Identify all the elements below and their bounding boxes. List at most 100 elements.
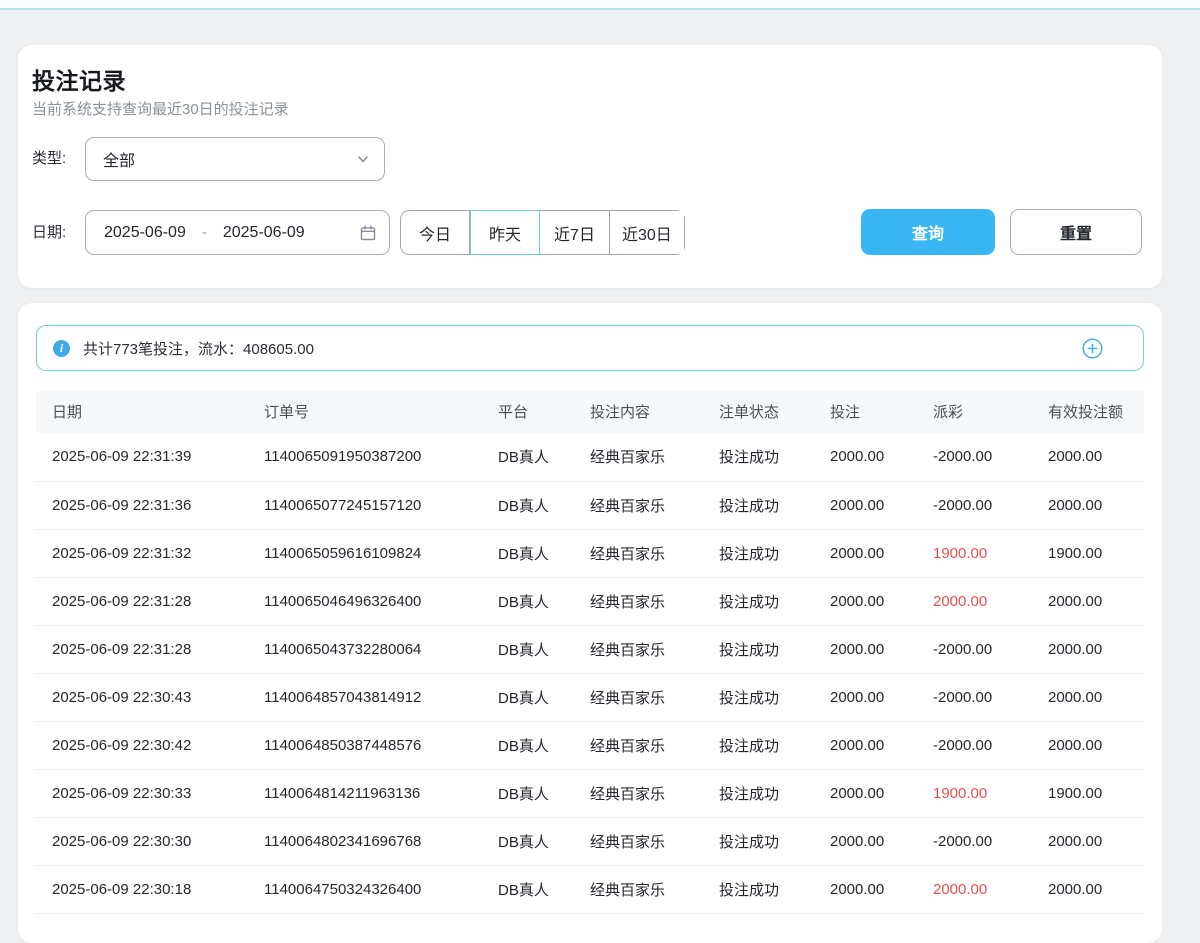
payout-cell: -2000.00 (933, 433, 1048, 481)
platform-cell: DB真人 (498, 481, 590, 529)
quick-range-button[interactable]: 昨天 (470, 210, 540, 255)
date-cell: 2025-06-09 22:30:30 (36, 817, 264, 865)
platform-cell: DB真人 (498, 577, 590, 625)
platform-cell: DB真人 (498, 625, 590, 673)
date-range-input[interactable]: 2025-06-09 - 2025-06-09 (85, 210, 390, 255)
chevron-down-icon (356, 152, 370, 166)
date-cell: 2025-06-09 22:31:36 (36, 481, 264, 529)
content-cell: 经典百家乐 (590, 481, 719, 529)
query-button[interactable]: 查询 (861, 209, 995, 255)
content-cell: 经典百家乐 (590, 673, 719, 721)
date-label: 日期: (32, 210, 66, 255)
order-cell: 1140065043732280064 (264, 625, 498, 673)
table-header-cell: 日期 (36, 390, 264, 433)
order-cell: 1140064814211963136 (264, 769, 498, 817)
valid-cell: 2000.00 (1048, 865, 1144, 913)
status-cell: 投注成功 (719, 625, 830, 673)
date-cell: 2025-06-09 22:31:32 (36, 529, 264, 577)
table-header-cell: 订单号 (264, 390, 498, 433)
valid-cell: 2000.00 (1048, 433, 1144, 481)
type-select[interactable]: 全部 (85, 137, 385, 181)
table-header-cell: 注单状态 (719, 390, 830, 433)
content-cell: 经典百家乐 (590, 721, 719, 769)
platform-cell: DB真人 (498, 817, 590, 865)
date-cell: 2025-06-09 22:30:43 (36, 673, 264, 721)
status-cell: 投注成功 (719, 721, 830, 769)
table-header-row: 日期订单号平台投注内容注单状态投注派彩有效投注额 (36, 390, 1144, 433)
content-cell: 经典百家乐 (590, 865, 719, 913)
table-body: 2025-06-09 22:31:39 1140065091950387200 … (36, 433, 1144, 913)
status-cell: 投注成功 (719, 769, 830, 817)
table-row: 2025-06-09 22:31:36 1140065077245157120 … (36, 481, 1144, 529)
payout-cell: 2000.00 (933, 865, 1048, 913)
status-cell: 投注成功 (719, 577, 830, 625)
payout-cell: 1900.00 (933, 769, 1048, 817)
date-cell: 2025-06-09 22:31:28 (36, 577, 264, 625)
content-cell: 经典百家乐 (590, 529, 719, 577)
date-cell: 2025-06-09 22:30:18 (36, 865, 264, 913)
expand-plus-icon[interactable] (1082, 338, 1103, 359)
platform-cell: DB真人 (498, 721, 590, 769)
valid-cell: 2000.00 (1048, 625, 1144, 673)
bet-records-table: 日期订单号平台投注内容注单状态投注派彩有效投注额 2025-06-09 22:3… (36, 390, 1144, 914)
order-cell: 1140064857043814912 (264, 673, 498, 721)
platform-cell: DB真人 (498, 433, 590, 481)
payout-cell: -2000.00 (933, 817, 1048, 865)
content-cell: 经典百家乐 (590, 817, 719, 865)
quick-range-button[interactable]: 今日 (400, 210, 470, 255)
filter-panel: 投注记录 当前系统支持查询最近30日的投注记录 类型: 全部 日期: 2025-… (18, 45, 1162, 288)
table-header-cell: 有效投注额 (1048, 390, 1144, 433)
table-row: 2025-06-09 22:31:39 1140065091950387200 … (36, 433, 1144, 481)
table-header-cell: 投注 (830, 390, 933, 433)
quick-range-button[interactable]: 近30日 (610, 210, 685, 255)
results-panel: i 共计773笔投注，流水：408605.00 日期订单号平台投注内容注单状态投… (18, 303, 1162, 943)
bet-cell: 2000.00 (830, 529, 933, 577)
table-header-cell: 平台 (498, 390, 590, 433)
summary-text: 共计773笔投注，流水：408605.00 (83, 338, 314, 359)
valid-cell: 2000.00 (1048, 721, 1144, 769)
date-cell: 2025-06-09 22:30:33 (36, 769, 264, 817)
valid-cell: 2000.00 (1048, 577, 1144, 625)
status-cell: 投注成功 (719, 481, 830, 529)
date-end-value: 2025-06-09 (223, 224, 305, 242)
info-icon: i (53, 340, 70, 357)
order-cell: 1140065059616109824 (264, 529, 498, 577)
bet-cell: 2000.00 (830, 577, 933, 625)
valid-cell: 2000.00 (1048, 673, 1144, 721)
quick-range-button[interactable]: 近7日 (540, 210, 610, 255)
bet-cell: 2000.00 (830, 865, 933, 913)
date-cell: 2025-06-09 22:31:39 (36, 433, 264, 481)
table-header-cell: 投注内容 (590, 390, 719, 433)
payout-cell: -2000.00 (933, 721, 1048, 769)
payout-cell: 2000.00 (933, 577, 1048, 625)
bet-cell: 2000.00 (830, 721, 933, 769)
bet-cell: 2000.00 (830, 769, 933, 817)
table-row: 2025-06-09 22:30:18 1140064750324326400 … (36, 865, 1144, 913)
table-header-cell: 派彩 (933, 390, 1048, 433)
top-divider (0, 0, 1200, 10)
summary-banner: i 共计773笔投注，流水：408605.00 (36, 325, 1144, 371)
content-cell: 经典百家乐 (590, 625, 719, 673)
date-cell: 2025-06-09 22:30:42 (36, 721, 264, 769)
content-cell: 经典百家乐 (590, 433, 719, 481)
page-subtitle: 当前系统支持查询最近30日的投注记录 (32, 98, 289, 119)
bet-cell: 2000.00 (830, 433, 933, 481)
valid-cell: 1900.00 (1048, 529, 1144, 577)
payout-cell: 1900.00 (933, 529, 1048, 577)
reset-button[interactable]: 重置 (1010, 209, 1142, 255)
content-cell: 经典百家乐 (590, 577, 719, 625)
type-label: 类型: (32, 137, 66, 181)
order-cell: 1140064850387448576 (264, 721, 498, 769)
calendar-icon[interactable] (360, 225, 376, 241)
status-cell: 投注成功 (719, 673, 830, 721)
valid-cell: 1900.00 (1048, 769, 1144, 817)
valid-cell: 2000.00 (1048, 481, 1144, 529)
platform-cell: DB真人 (498, 769, 590, 817)
content-cell: 经典百家乐 (590, 769, 719, 817)
status-cell: 投注成功 (719, 817, 830, 865)
payout-cell: -2000.00 (933, 481, 1048, 529)
payout-cell: -2000.00 (933, 625, 1048, 673)
table-row: 2025-06-09 22:30:43 1140064857043814912 … (36, 673, 1144, 721)
platform-cell: DB真人 (498, 529, 590, 577)
status-cell: 投注成功 (719, 529, 830, 577)
